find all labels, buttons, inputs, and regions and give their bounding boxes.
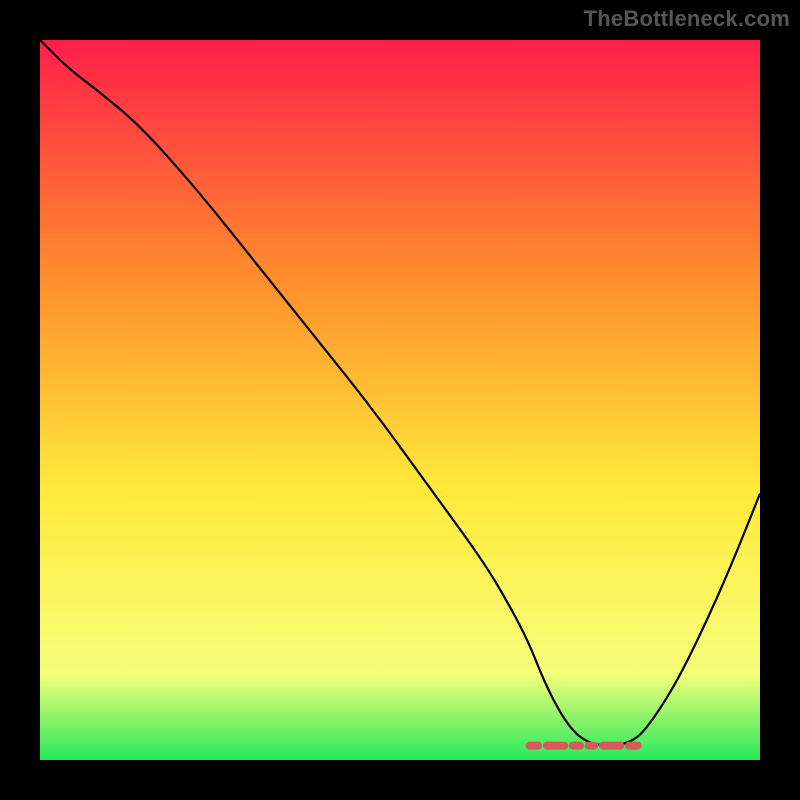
bottleneck-chart xyxy=(40,40,760,760)
attribution-label: TheBottleneck.com xyxy=(584,6,790,32)
chart-frame: TheBottleneck.com xyxy=(0,0,800,800)
gradient-background xyxy=(40,40,760,760)
plot-area xyxy=(40,40,760,760)
